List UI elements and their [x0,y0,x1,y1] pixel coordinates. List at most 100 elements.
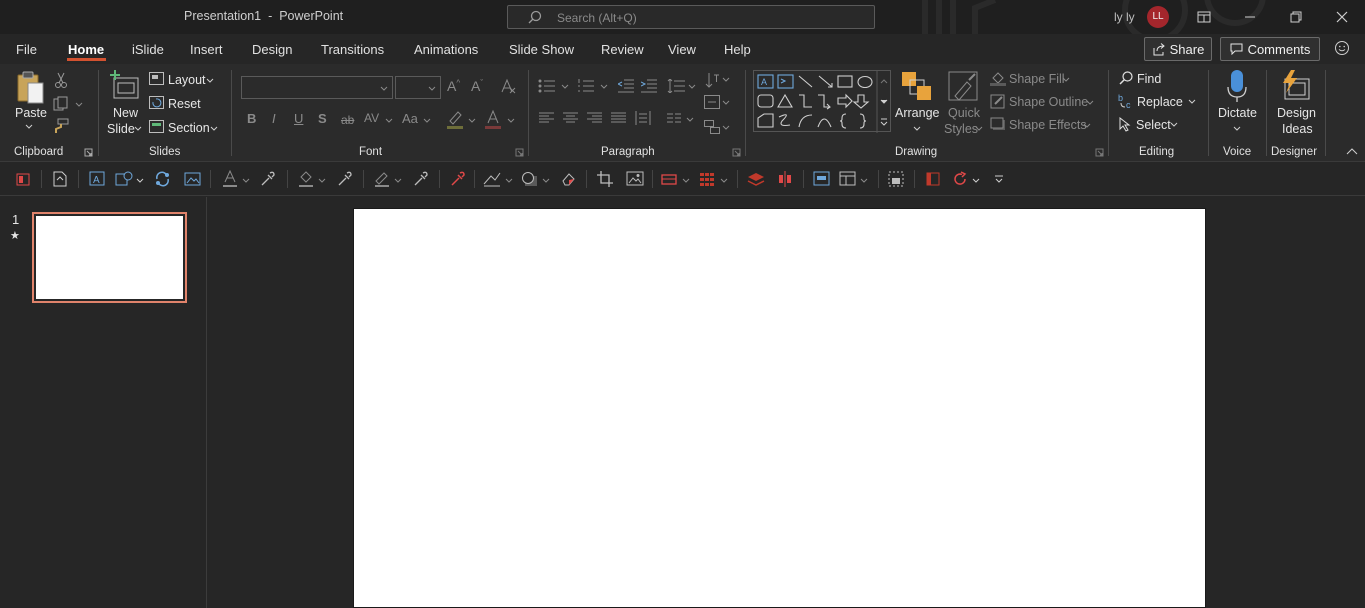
chevron-down-icon[interactable] [385,118,393,123]
align-center-icon[interactable] [563,112,578,124]
new-slide-label-1[interactable]: New [113,106,138,120]
outline-color-icon[interactable] [374,170,390,188]
customize-toolbar-icon[interactable] [994,175,1004,183]
align-left-icon[interactable] [539,112,554,124]
section-label[interactable]: Section [168,121,210,135]
copy-icon[interactable] [53,96,69,112]
color-picker-red-icon[interactable] [450,171,466,187]
chevron-down-icon[interactable] [318,178,326,183]
select-cursor-icon[interactable] [1119,117,1131,132]
distributed-icon[interactable] [635,111,651,125]
refresh-red-icon[interactable] [951,170,969,188]
font-size-combobox[interactable] [395,76,441,99]
screenshot-icon[interactable] [888,171,904,187]
chevron-down-icon[interactable] [1086,100,1094,105]
font-color-icon[interactable] [485,109,503,129]
shape-fill-label[interactable]: Shape Fill [1009,72,1065,86]
highlighter-icon[interactable] [447,109,465,129]
text-shadow-icon[interactable]: S [318,111,327,126]
eyedropper-icon[interactable] [260,171,276,187]
decrease-indent-icon[interactable] [618,79,634,93]
slide-canvas[interactable] [353,208,1206,608]
chevron-down-icon[interactable] [682,178,690,183]
design-ideas-label-2[interactable]: Ideas [1282,122,1313,136]
close-button[interactable] [1319,0,1365,34]
find-label[interactable]: Find [1137,72,1161,86]
shapes-gallery[interactable]: A [753,70,891,133]
underline-icon[interactable]: U [294,111,303,126]
line-spacing-icon[interactable] [667,79,685,93]
chevron-down-icon[interactable] [75,102,83,107]
table-red-icon[interactable] [661,171,677,187]
shape-outline-label[interactable]: Shape Outline [1009,95,1088,109]
tab-slide-show[interactable]: Slide Show [509,42,574,57]
convert-to-smartart-icon[interactable] [704,120,720,134]
tab-review[interactable]: Review [601,42,644,57]
align-center-red-icon[interactable] [777,171,793,187]
eraser-icon[interactable] [560,171,576,187]
chevron-down-icon[interactable] [1233,126,1241,131]
islide-icon[interactable] [16,173,30,186]
chevron-down-icon[interactable] [972,178,980,183]
change-case-icon[interactable]: Aa [402,111,418,126]
text-box-icon[interactable]: A [89,171,105,186]
chevron-down-icon[interactable] [394,178,402,183]
increase-font-size-icon[interactable]: A^ [447,78,460,94]
fill-color-icon[interactable] [298,170,314,188]
slide-layout-icon[interactable] [813,171,830,186]
chevron-down-icon[interactable] [468,118,476,123]
chevron-down-icon[interactable] [136,178,144,183]
tab-islide[interactable]: iSlide [132,42,164,57]
chevron-down-icon[interactable] [505,178,513,183]
bullets-icon[interactable] [538,79,556,93]
text-color-icon[interactable] [222,170,238,188]
layers-icon[interactable] [747,171,765,187]
columns-icon[interactable] [667,113,681,123]
format-painter-icon[interactable] [53,118,69,134]
chevron-down-icon[interactable] [25,124,33,129]
chevron-down-icon[interactable] [242,178,250,183]
search-input[interactable]: Search (Alt+Q) [507,5,875,29]
chevron-down-icon[interactable] [686,117,694,122]
ribbon-display-options-button[interactable] [1181,0,1227,34]
cut-icon[interactable] [54,72,68,88]
italic-icon[interactable]: I [272,111,276,126]
chevron-down-icon[interactable] [1083,123,1091,128]
chevron-down-icon[interactable] [134,126,142,131]
tab-help[interactable]: Help [724,42,751,57]
chevron-down-icon[interactable] [913,126,921,131]
tab-insert[interactable]: Insert [190,42,223,57]
chevron-down-icon[interactable] [206,78,214,83]
select-label[interactable]: Select [1136,118,1171,132]
chevron-down-icon[interactable] [561,84,569,89]
open-icon[interactable] [52,171,68,187]
tab-design[interactable]: Design [252,42,292,57]
quick-styles-label-2[interactable]: Styles [944,122,978,136]
reset-icon[interactable] [149,96,164,109]
dictate-label[interactable]: Dictate [1218,106,1257,120]
grid-red-icon[interactable] [699,171,715,187]
chevron-down-icon[interactable] [542,178,550,183]
dialog-launcher-icon[interactable] [1095,148,1104,157]
replace-label[interactable]: Replace [1137,95,1183,109]
text-direction-icon[interactable] [704,72,720,88]
restore-button[interactable] [1273,0,1319,34]
clear-formatting-icon[interactable] [500,78,516,94]
quick-styles-label-1[interactable]: Quick [948,106,980,120]
align-text-icon[interactable] [704,95,720,109]
design-ideas-label-1[interactable]: Design [1277,106,1316,120]
section-icon[interactable] [149,120,164,133]
tab-home[interactable]: Home [68,42,104,57]
shape-outline-icon[interactable] [990,94,1006,109]
tab-view[interactable]: View [668,42,696,57]
window-layout-icon[interactable] [839,171,856,186]
tab-file[interactable]: File [16,42,37,57]
chevron-down-icon[interactable] [210,126,218,131]
dialog-launcher-icon[interactable] [732,148,741,157]
reset-label[interactable]: Reset [168,97,201,111]
chevron-down-icon[interactable] [975,126,983,131]
dialog-launcher-icon[interactable] [84,148,93,157]
paste-label[interactable]: Paste [15,106,47,120]
eyedropper-icon[interactable] [413,171,429,187]
shape-effects-icon[interactable] [990,117,1006,132]
